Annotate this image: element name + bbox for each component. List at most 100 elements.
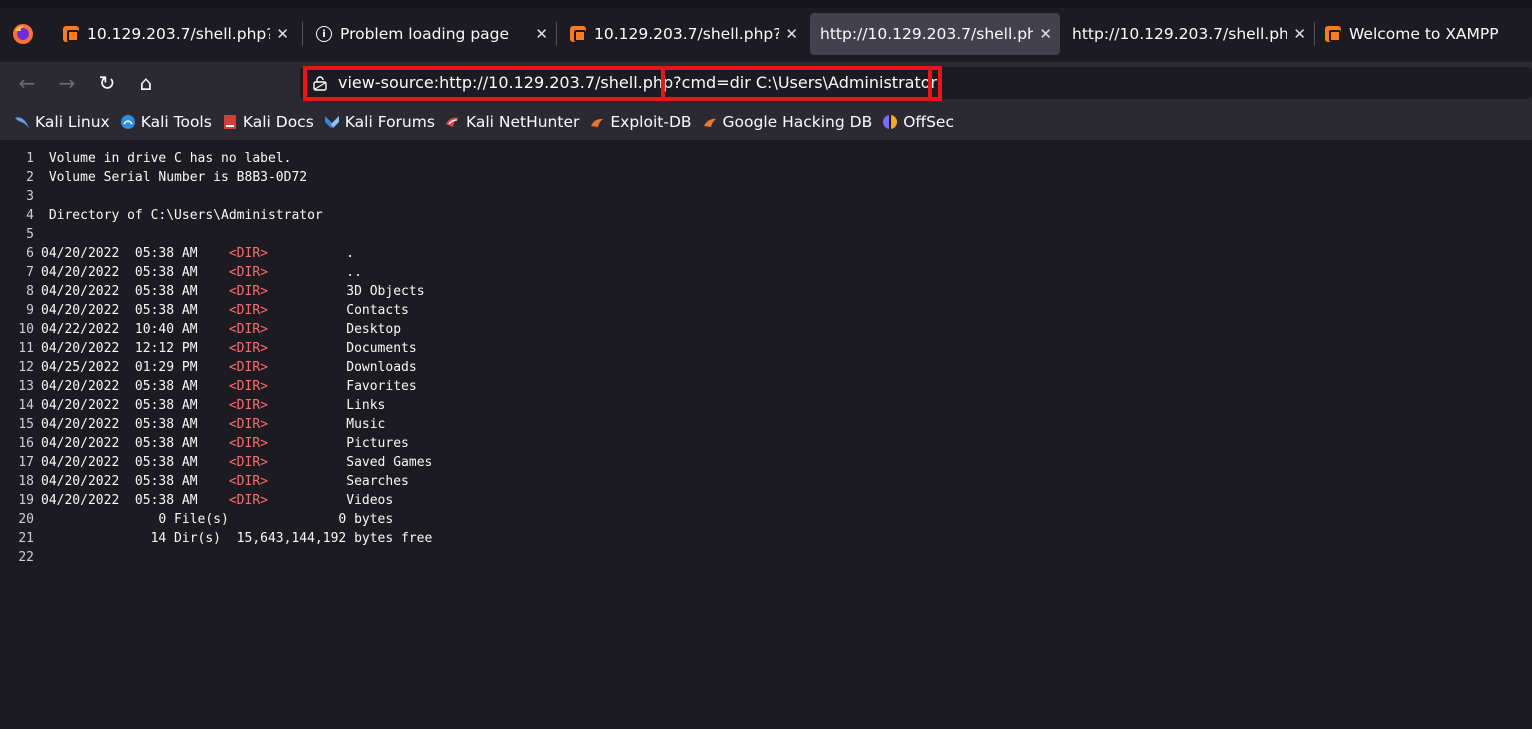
dir-tag: <DIR> xyxy=(228,322,268,337)
kali-nethunter-icon xyxy=(445,114,461,130)
tab-1[interactable]: 10.129.203.7/shell.php?cm ✕ xyxy=(49,13,297,55)
bookmark-label: Kali Tools xyxy=(140,113,212,131)
source-line: 14 04/20/2022 05:38 AM <DIR> Links xyxy=(0,396,432,415)
source-line: 7 04/20/2022 05:38 AM <DIR> .. xyxy=(0,263,432,282)
source-line: 9 04/20/2022 05:38 AM <DIR> Contacts xyxy=(0,301,432,320)
line-text: Directory of C:\Users\Administrator xyxy=(41,208,323,223)
bookmark-offsec[interactable]: OffSec xyxy=(882,113,954,131)
line-text: 04/20/2022 05:38 AM xyxy=(41,379,229,394)
line-number: 3 xyxy=(26,189,34,204)
line-text: 04/20/2022 05:38 AM xyxy=(41,398,229,413)
dir-tag: <DIR> xyxy=(228,493,268,508)
source-line: 4 Directory of C:\Users\Administrator xyxy=(0,206,432,225)
dir-tag: <DIR> xyxy=(228,303,268,318)
bookmark-kali-docs[interactable]: Kali Docs xyxy=(222,113,314,131)
bookmark-label: Kali Linux xyxy=(35,113,110,131)
entry-name: Searches xyxy=(267,474,409,489)
exploit-db-icon xyxy=(589,114,605,130)
view-source-content: 1 Volume in drive C has no label. 2 Volum… xyxy=(0,140,1532,729)
line-text: 04/20/2022 05:38 AM xyxy=(41,455,229,470)
close-icon[interactable]: ✕ xyxy=(276,25,289,43)
close-icon[interactable]: ✕ xyxy=(785,25,798,43)
annotation-box-cursor xyxy=(928,66,942,101)
source-line: 6 04/20/2022 05:38 AM <DIR> . xyxy=(0,244,432,263)
line-text: 04/20/2022 05:38 AM xyxy=(41,284,229,299)
bookmark-kali-forums[interactable]: Kali Forums xyxy=(324,113,435,131)
bookmark-kali-tools[interactable]: Kali Tools xyxy=(120,113,212,131)
line-text: 04/20/2022 05:38 AM xyxy=(41,246,229,261)
line-number: 2 xyxy=(26,170,34,185)
bookmark-google-hacking-db[interactable]: Google Hacking DB xyxy=(702,113,872,131)
bookmark-label: Kali NetHunter xyxy=(465,113,580,131)
tab-label: 10.129.203.7/shell.php?cm xyxy=(87,25,270,43)
bookmark-label: Exploit-DB xyxy=(610,113,692,131)
bookmark-label: Kali Forums xyxy=(344,113,435,131)
entry-name: Downloads xyxy=(267,360,417,375)
source-line: 8 04/20/2022 05:38 AM <DIR> 3D Objects xyxy=(0,282,432,301)
line-number: 8 xyxy=(26,284,34,299)
line-number: 18 xyxy=(18,474,34,489)
line-text: 04/20/2022 05:38 AM xyxy=(41,493,229,508)
source-line: 1 Volume in drive C has no label. xyxy=(0,149,432,168)
line-number: 7 xyxy=(26,265,34,280)
close-icon[interactable]: ✕ xyxy=(535,25,548,43)
dir-tag: <DIR> xyxy=(228,379,268,394)
back-button[interactable]: ← xyxy=(14,71,40,95)
offsec-icon xyxy=(882,114,898,130)
dir-tag: <DIR> xyxy=(228,436,268,451)
line-number: 20 xyxy=(18,512,34,527)
line-text: 04/20/2022 05:38 AM xyxy=(41,436,229,451)
entry-name: Pictures xyxy=(267,436,409,451)
bookmark-label: OffSec xyxy=(903,113,954,131)
source-line: 15 04/20/2022 05:38 AM <DIR> Music xyxy=(0,415,432,434)
window-top-edge xyxy=(0,0,1532,8)
line-number: 19 xyxy=(18,493,34,508)
dir-tag: <DIR> xyxy=(228,265,268,280)
tab-6[interactable]: Welcome to XAMPP xyxy=(1314,13,1532,55)
arrow-left-icon: ← xyxy=(18,71,36,95)
xampp-icon xyxy=(63,26,79,42)
source-line: 10 04/22/2022 10:40 AM <DIR> Desktop xyxy=(0,320,432,339)
source-line: 2 Volume Serial Number is B8B3-0D72 xyxy=(0,168,432,187)
line-number: 17 xyxy=(18,455,34,470)
line-text: 04/22/2022 10:40 AM xyxy=(41,322,229,337)
kali-tools-icon xyxy=(120,114,136,130)
close-icon[interactable]: ✕ xyxy=(1039,25,1052,43)
line-number: 21 xyxy=(18,531,34,546)
home-icon: ⌂ xyxy=(139,71,153,95)
line-number: 16 xyxy=(18,436,34,451)
source-line: 18 04/20/2022 05:38 AM <DIR> Searches xyxy=(0,472,432,491)
line-text: 04/20/2022 05:38 AM xyxy=(41,265,229,280)
tab-2[interactable]: i Problem loading page ✕ xyxy=(302,13,556,55)
tab-3[interactable]: 10.129.203.7/shell.php?cm ✕ xyxy=(556,13,806,55)
forward-button[interactable]: → xyxy=(54,71,80,95)
reload-button[interactable]: ↻ xyxy=(94,71,120,95)
firefox-icon[interactable] xyxy=(12,23,34,45)
line-number: 11 xyxy=(18,341,34,356)
bookmark-kali-nethunter[interactable]: Kali NetHunter xyxy=(445,113,579,131)
source-line: 19 04/20/2022 05:38 AM <DIR> Videos xyxy=(0,491,432,510)
bookmark-exploit-db[interactable]: Exploit-DB xyxy=(589,113,692,131)
xampp-icon xyxy=(1325,26,1341,42)
line-text: 04/20/2022 05:38 AM xyxy=(41,417,229,432)
line-number: 5 xyxy=(26,227,34,242)
bookmark-kali-linux[interactable]: Kali Linux xyxy=(14,113,110,131)
tab-5[interactable]: http://10.129.203.7/shell.php ✕ xyxy=(1062,13,1314,55)
dir-tag: <DIR> xyxy=(228,474,268,489)
tab-label: 10.129.203.7/shell.php?cm xyxy=(594,25,779,43)
annotation-box-url xyxy=(303,66,665,101)
entry-name: Links xyxy=(267,398,386,413)
source-line: 11 04/20/2022 12:12 PM <DIR> Documents xyxy=(0,339,432,358)
line-number: 12 xyxy=(18,360,34,375)
source-line: 17 04/20/2022 05:38 AM <DIR> Saved Games xyxy=(0,453,432,472)
entry-name: Documents xyxy=(267,341,417,356)
line-number: 4 xyxy=(26,208,34,223)
home-button[interactable]: ⌂ xyxy=(133,71,159,95)
entry-name: Desktop xyxy=(267,322,402,337)
line-number: 9 xyxy=(26,303,34,318)
close-icon[interactable]: ✕ xyxy=(1293,25,1306,43)
tab-label: http://10.129.203.7/shell.php xyxy=(1072,25,1288,43)
kali-dragon-icon xyxy=(14,114,30,130)
line-number: 22 xyxy=(18,550,34,565)
tab-4-active[interactable]: http://10.129.203.7/shell.php ✕ xyxy=(810,13,1060,55)
